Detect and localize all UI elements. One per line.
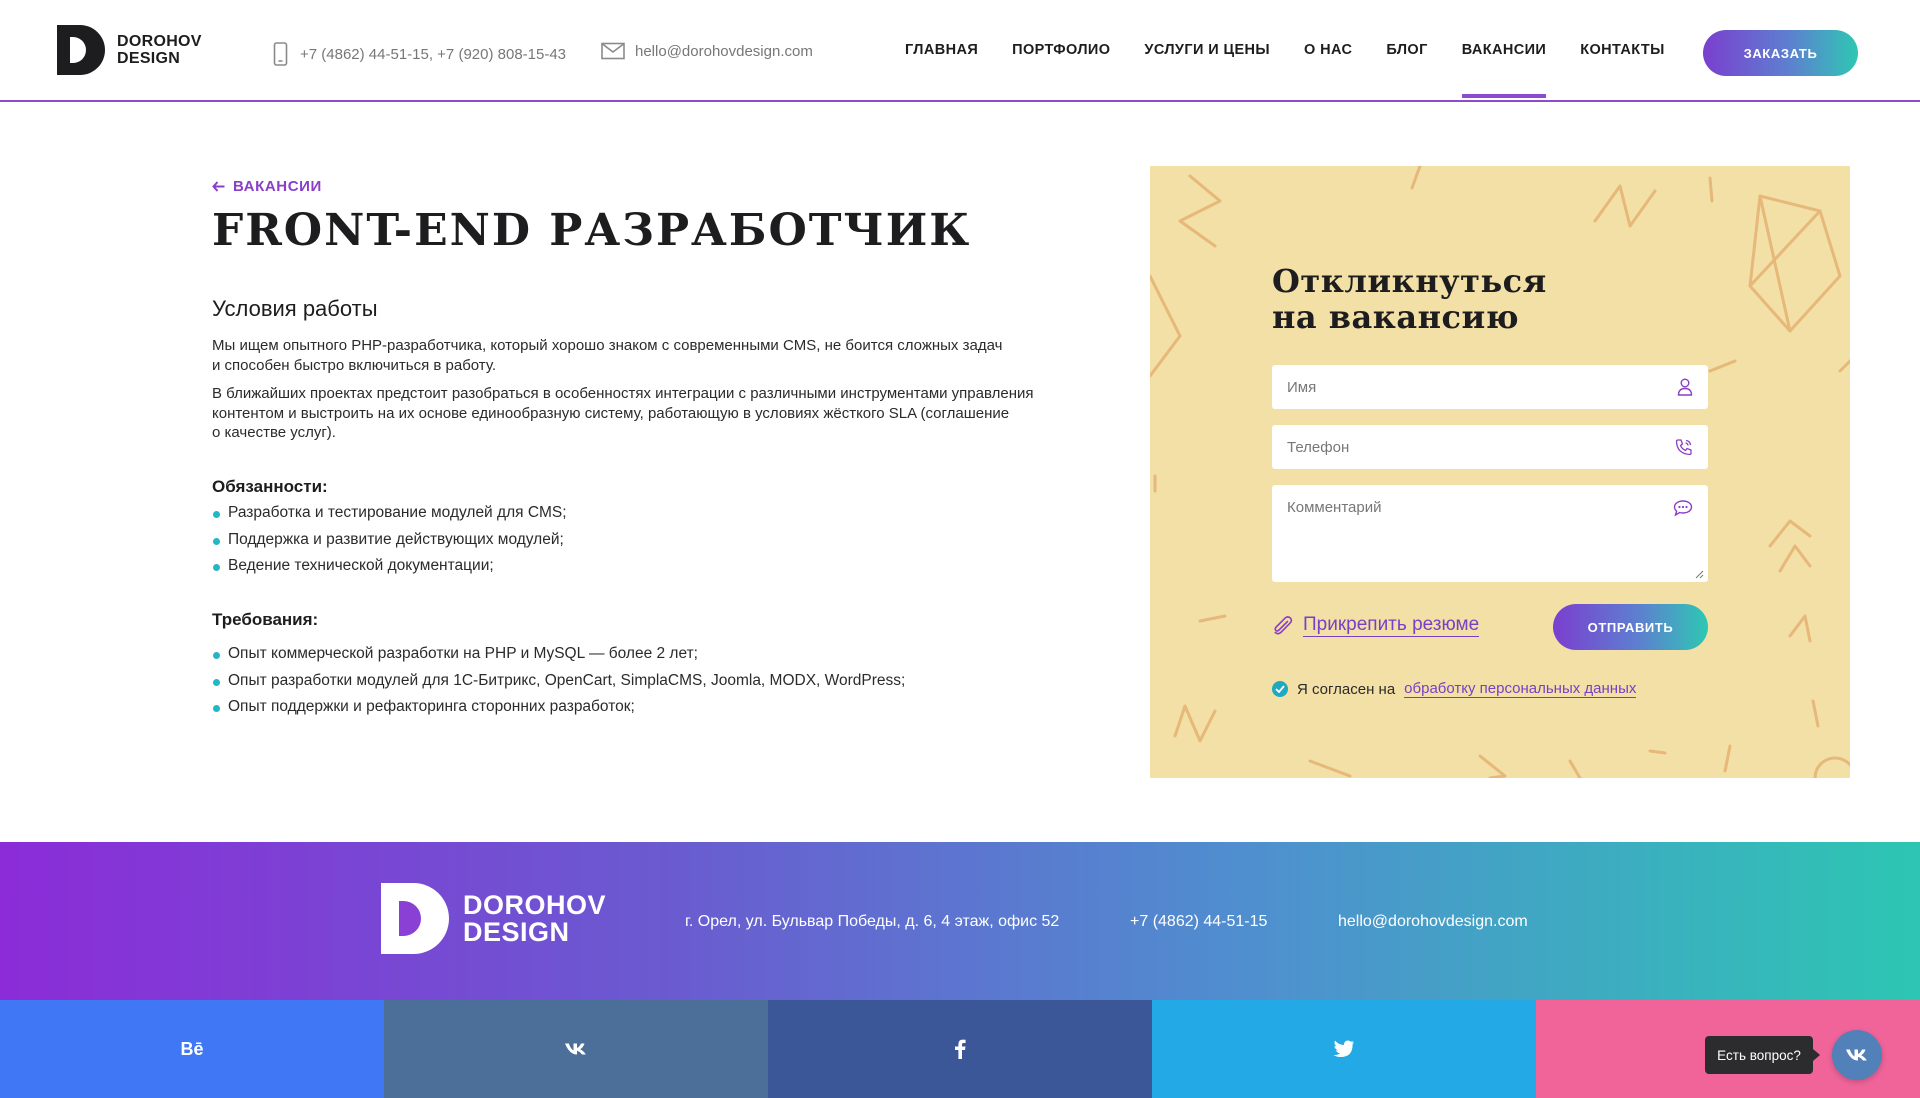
nav-item-services[interactable]: УСЛУГИ И ЦЕНЫ [1127, 0, 1287, 100]
social-behance[interactable]: Bē [0, 1000, 384, 1098]
attach-resume-link[interactable]: Прикрепить резюме [1272, 614, 1480, 637]
nav-item-blog[interactable]: БЛОГ [1369, 0, 1444, 100]
phone-call-icon [1675, 439, 1692, 456]
consent-row: Я согласен на обработку персональных дан… [1272, 680, 1637, 698]
back-to-vacancies-link[interactable]: ВАКАНСИИ [212, 178, 322, 195]
behance-icon: Bē [180, 1038, 204, 1059]
form-title: Откликнуться на вакансию [1272, 263, 1547, 335]
site-logo[interactable]: DOROHOV DESIGN [57, 25, 202, 75]
form-title-line1: Откликнуться [1272, 262, 1547, 300]
arrow-left-icon [212, 181, 225, 192]
list-item: Поддержка и развитие действующих модулей… [212, 527, 567, 554]
twitter-icon [1333, 1040, 1354, 1057]
name-field-placeholder: Имя [1287, 378, 1317, 396]
chat-bubble-icon [1673, 500, 1693, 517]
logo-mark-icon [57, 25, 105, 75]
paperclip-icon [1274, 615, 1293, 634]
footer-logo-line2: DESIGN [463, 916, 570, 947]
name-field[interactable]: Имя [1272, 365, 1708, 409]
projects-paragraph-line2: контентом и выстроить на их основе едино… [212, 404, 1010, 422]
list-item: Опыт поддержки и рефакторинга сторонних … [212, 694, 905, 721]
vk-chat-icon [1846, 1049, 1867, 1061]
intro-paragraph-line1: Мы ищем опытного PHP-разработчика, котор… [212, 337, 1003, 354]
main-nav: ГЛАВНАЯ ПОРТФОЛИО УСЛУГИ И ЦЕНЫ О НАС БЛ… [888, 0, 1682, 100]
order-button[interactable]: ЗАКАЗАТЬ [1703, 30, 1858, 76]
nav-item-portfolio[interactable]: ПОРТФОЛИО [995, 0, 1127, 100]
user-icon [1677, 378, 1693, 396]
header-phones-text[interactable]: +7 (4862) 44-51-15, +7 (920) 808-15-43 [300, 46, 566, 63]
projects-paragraph: В ближайших проектах предстоит разобрать… [212, 384, 1102, 443]
application-form-panel: Откликнуться на вакансию Имя Телефон Ком… [1150, 166, 1850, 778]
nav-item-home[interactable]: ГЛАВНАЯ [888, 0, 995, 100]
footer-logo[interactable]: DOROHOV DESIGN [381, 883, 606, 954]
duties-list: Разработка и тестирование модулей для CM… [212, 500, 567, 580]
projects-paragraph-line1: В ближайших проектах предстоит разобрать… [212, 385, 1034, 402]
nav-item-about[interactable]: О НАС [1287, 0, 1369, 100]
footer-logo-line1: DOROHOV [463, 889, 607, 920]
social-vk[interactable] [384, 1000, 768, 1098]
nav-item-contacts[interactable]: КОНТАКТЫ [1563, 0, 1681, 100]
footer-logo-text: DOROHOV DESIGN [463, 889, 607, 947]
submit-button[interactable]: ОТПРАВИТЬ [1553, 604, 1708, 650]
vk-chat-button[interactable] [1832, 1030, 1882, 1080]
header-email: hello@dorohovdesign.com [601, 42, 813, 60]
header-email-text[interactable]: hello@dorohovdesign.com [635, 43, 813, 60]
social-facebook[interactable] [768, 1000, 1152, 1098]
phone-field-placeholder: Телефон [1287, 438, 1350, 456]
site-header: DOROHOV DESIGN +7 (4862) 44-51-15, +7 (9… [0, 0, 1920, 102]
footer-logo-mark-icon [381, 883, 449, 954]
chat-tooltip: Есть вопрос? [1705, 1036, 1820, 1074]
social-twitter[interactable] [1152, 1000, 1536, 1098]
intro-paragraph-line2: и способен быстро включиться в работу. [212, 356, 497, 374]
consent-text: Я согласен на [1297, 680, 1396, 698]
facebook-icon [955, 1039, 966, 1059]
footer-email[interactable]: hello@dorohovdesign.com [1338, 913, 1528, 931]
phone-field[interactable]: Телефон [1272, 425, 1708, 469]
list-item: Разработка и тестирование модулей для CM… [212, 500, 567, 527]
privacy-policy-link[interactable]: обработку персональных данных [1404, 680, 1637, 698]
mail-icon [601, 42, 625, 60]
form-title-line2: на вакансию [1272, 298, 1520, 336]
header-phones: +7 (4862) 44-51-15, +7 (920) 808-15-43 [272, 42, 566, 66]
logo-line1: DOROHOV [117, 33, 202, 50]
attach-resume-label: Прикрепить резюме [1303, 614, 1480, 637]
comment-field-placeholder: Комментарий [1287, 499, 1382, 516]
consent-checkbox[interactable] [1272, 681, 1288, 697]
conditions-title: Условия работы [212, 296, 378, 321]
duties-title: Обязанности: [212, 477, 328, 496]
back-link-label: ВАКАНСИИ [233, 178, 322, 195]
social-links-row: Bē [0, 1000, 1920, 1098]
logo-line2: DESIGN [117, 50, 181, 67]
list-item: Опыт коммерческой разработки на PHP и My… [212, 641, 905, 668]
list-item: Опыт разработки модулей для 1С-Битрикс, … [212, 668, 905, 695]
logo-text: DOROHOV DESIGN [117, 33, 202, 67]
comment-field[interactable]: Комментарий [1272, 485, 1708, 582]
resize-handle-icon[interactable] [1695, 570, 1704, 579]
list-item: Ведение технической документации; [212, 553, 567, 580]
checkmark-icon [1275, 685, 1285, 693]
footer-phone[interactable]: +7 (4862) 44-51-15 [1130, 913, 1267, 931]
projects-paragraph-line3: о качестве услуг). [212, 424, 336, 441]
page-title: FRONT-END РАЗРАБОТЧИК [212, 205, 972, 256]
requirements-title: Требования: [212, 610, 319, 629]
nav-item-vacancies[interactable]: ВАКАНСИИ [1445, 0, 1564, 100]
phone-icon [273, 42, 288, 66]
vk-icon [565, 1043, 586, 1055]
requirements-list: Опыт коммерческой разработки на PHP и My… [212, 641, 905, 721]
intro-paragraph: Мы ищем опытного PHP-разработчика, котор… [212, 336, 1102, 375]
site-footer: DOROHOV DESIGN г. Орел, ул. Бульвар Побе… [0, 842, 1920, 1000]
footer-address: г. Орел, ул. Бульвар Победы, д. 6, 4 эта… [685, 913, 1060, 930]
